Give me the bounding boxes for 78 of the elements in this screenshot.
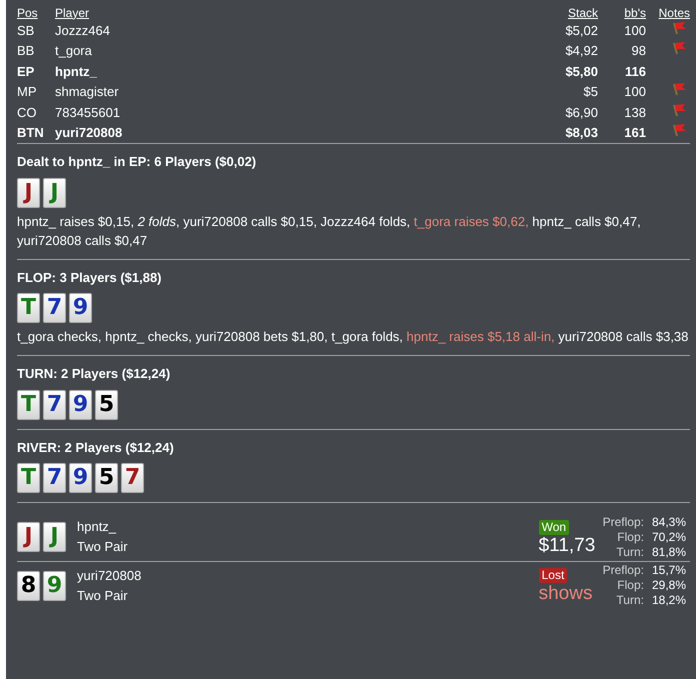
equity-label: Turn: (615, 544, 644, 560)
equity-value: 81,8% (652, 544, 686, 560)
flag-icon[interactable] (672, 123, 688, 137)
street-title: FLOP: 3 Players ($1,88) (17, 268, 163, 287)
result-badge: Lost (538, 568, 568, 583)
playing-card: 9 (69, 463, 92, 493)
playing-card: 8 (17, 570, 40, 600)
playing-card: 5 (95, 463, 118, 493)
playing-card: 9 (69, 293, 92, 323)
playing-card: J (43, 522, 66, 552)
big-blinds-cell: 116 (625, 64, 646, 78)
player-name: hpntz_ (77, 518, 118, 536)
stack-cell: $5,02 (565, 22, 598, 38)
playing-card: J (17, 178, 40, 208)
big-blinds-cell: 138 (624, 104, 646, 120)
equity-value: 18,2% (652, 593, 686, 608)
player-name: yuri720808 (55, 125, 122, 140)
position-cell: MP (17, 84, 36, 99)
action-text: hpntz_ raises $0,15, 2 folds, yuri720808 calls $0,15, Jozzz464 folds, t_gora raises $0,62, hpntz_ calls $0,47, yuri720808 calls $0,47 (17, 212, 642, 250)
position-cell: BTN (17, 125, 44, 140)
equity-label: Preflop: (602, 514, 644, 530)
equity-value: 29,8% (652, 578, 686, 593)
flag-icon[interactable] (672, 20, 688, 34)
column-header[interactable]: Notes (658, 6, 690, 20)
column-header[interactable]: Stack (568, 6, 598, 20)
result-badge: Won (538, 520, 570, 534)
equity-value: 84,3% (652, 514, 686, 530)
stack-cell: $8,03 (565, 125, 598, 140)
playing-card: 9 (43, 570, 66, 600)
street-title: RIVER: 2 Players ($12,24) (17, 438, 175, 457)
big-blinds-cell: 100 (624, 22, 646, 38)
stack-cell: $5,80 (565, 64, 598, 78)
playing-card: J (17, 522, 40, 552)
result-amount: $11,73 (538, 534, 596, 556)
position-cell: EP (17, 64, 34, 78)
position-cell: SB (17, 22, 34, 38)
action-text: t_gora checks, hpntz_ checks, yuri720808 bets $1,80, t_gora folds, hpntz_ raises $5,18 all-in, yuri720808 calls $3,38 (17, 328, 690, 346)
flag-icon[interactable] (672, 82, 688, 96)
column-header[interactable]: Pos (17, 6, 38, 20)
playing-card: T (17, 390, 40, 420)
player-name: hpntz_ (55, 64, 97, 78)
hand-rank: Two Pair (77, 538, 128, 556)
playing-card: T (17, 463, 40, 493)
player-name: t_gora (55, 43, 92, 58)
playing-card: 7 (43, 463, 66, 493)
result-amount: shows (538, 583, 592, 605)
flag-icon[interactable] (672, 41, 688, 55)
column-header[interactable]: bb's (624, 6, 646, 20)
equity-label: Flop: (616, 530, 644, 544)
equity-value: 15,7% (652, 563, 686, 578)
big-blinds-cell: 100 (624, 84, 646, 99)
flag-icon[interactable] (672, 102, 688, 116)
stack-cell: $5 (584, 84, 598, 99)
stack-cell: $6,90 (565, 104, 598, 120)
street-title: TURN: 2 Players ($12,24) (17, 365, 172, 383)
playing-card: T (17, 293, 40, 323)
hand-rank: Two Pair (77, 586, 129, 604)
street-title: Dealt to hpntz_ in EP: 6 Players ($0,02) (17, 153, 258, 171)
equity-value: 70,2% (652, 530, 686, 544)
column-header[interactable]: Player (55, 6, 90, 20)
playing-card: 7 (43, 293, 66, 323)
position-cell: CO (17, 104, 36, 120)
player-name: shmagister (55, 84, 119, 99)
player-name: yuri720808 (77, 566, 142, 585)
playing-card: 5 (95, 390, 118, 420)
playing-card: 7 (121, 463, 144, 493)
playing-card: 9 (69, 390, 92, 420)
playing-card: J (43, 178, 66, 208)
stack-cell: $4,92 (565, 43, 598, 58)
playing-card: 7 (43, 390, 66, 420)
equity-label: Preflop: (602, 563, 644, 578)
equity-label: Flop: (616, 578, 644, 593)
big-blinds-cell: 161 (624, 125, 646, 140)
player-name: 783455601 (55, 104, 120, 120)
equity-label: Turn: (615, 593, 644, 608)
big-blinds-cell: 98 (632, 43, 646, 58)
position-cell: BB (17, 43, 34, 58)
player-name: Jozzz464 (55, 22, 110, 38)
